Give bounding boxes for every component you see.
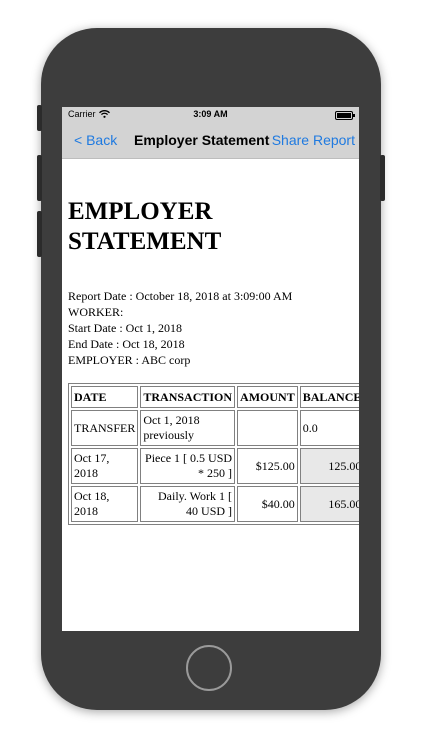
phone-mute-switch [37,105,42,131]
report-title-line1: EMPLOYER [68,198,213,225]
start-date: Start Date : Oct 1, 2018 [68,321,182,335]
table-header-row: DATE TRANSACTION AMOUNT BALANCE [71,386,359,408]
cell-transaction: Piece 1 [ 0.5 USD * 250 ] [140,448,236,484]
worker-label: WORKER: [68,305,124,319]
cell-date: Oct 18, 2018 [71,486,139,522]
cell-date: Oct 17, 2018 [71,448,139,484]
share-report-button[interactable]: Share Report [272,132,355,148]
header-date: DATE [71,386,139,408]
navigation-bar: < Back Employer Statement Share Report [62,123,359,159]
cell-balance: 125.00 [299,448,359,484]
end-date: End Date : Oct 18, 2018 [68,337,185,351]
battery-icon [335,111,355,120]
cell-date: TRANSFER [71,410,139,446]
phone-power-button [380,155,385,201]
report-date: Report Date : October 18, 2018 at 3:09:0… [68,289,293,303]
cell-balance: 165.00 [299,486,359,522]
report-info: Report Date : October 18, 2018 at 3:09:0… [68,288,359,368]
home-button[interactable] [186,645,232,691]
header-transaction: TRANSACTION [140,386,236,408]
table-row: Oct 17, 2018 Piece 1 [ 0.5 USD * 250 ] $… [71,448,359,484]
cell-amount: $40.00 [237,486,298,522]
status-bar: Carrier 3:09 AM [62,107,359,123]
cell-transaction: Daily. Work 1 [ 40 USD ] [140,486,236,522]
back-button[interactable]: < Back [74,132,117,148]
report-content: EMPLOYER STATEMENT Report Date : October… [68,197,359,368]
report-title-line2: STATEMENT [68,228,222,255]
cell-amount [237,410,298,446]
app-screen: Carrier 3:09 AM < Back Employer Statemen… [62,107,359,631]
cell-transaction: Oct 1, 2018 previously [140,410,236,446]
phone-volume-up [37,155,42,201]
table-row: TRANSFER Oct 1, 2018 previously 0.0 [71,410,359,446]
header-balance: BALANCE [299,386,359,408]
cell-balance: 0.0 [299,410,359,446]
status-time: 3:09 AM [193,109,228,119]
employer-name: EMPLOYER : ABC corp [68,353,191,367]
nav-title: Employer Statement [134,132,270,148]
table-row: Oct 18, 2018 Daily. Work 1 [ 40 USD ] $4… [71,486,359,522]
statement-table: DATE TRANSACTION AMOUNT BALANCE TRANSFER… [68,383,359,525]
cell-amount: $125.00 [237,448,298,484]
phone-volume-down [37,211,42,257]
report-title: EMPLOYER STATEMENT [68,197,268,257]
header-amount: AMOUNT [237,386,298,408]
